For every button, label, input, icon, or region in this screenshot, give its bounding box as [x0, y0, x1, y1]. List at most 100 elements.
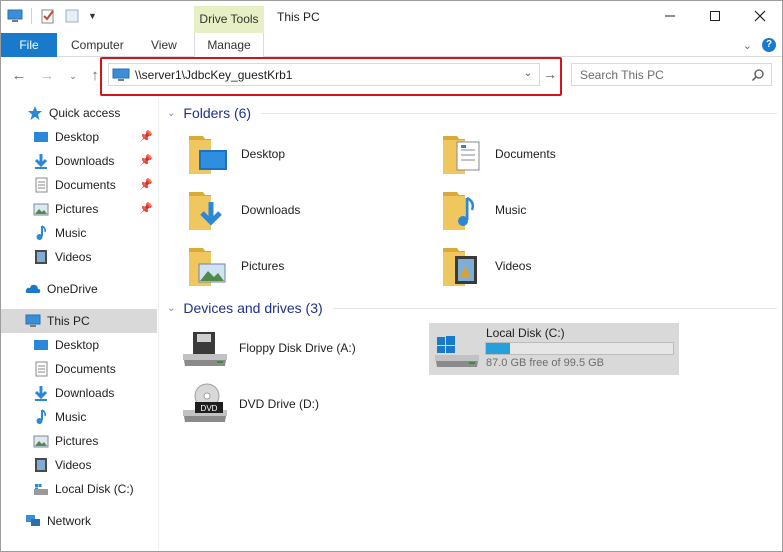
maximize-button[interactable] [692, 1, 737, 31]
documents-icon [33, 361, 49, 377]
sidebar-item-videos[interactable]: Videos [1, 245, 157, 269]
sidebar-item-pc-desktop[interactable]: Desktop [1, 333, 157, 357]
address-dropdown-chevron-icon[interactable]: ⌄ [521, 67, 535, 81]
hard-drive-icon [33, 481, 49, 497]
videos-icon [33, 249, 49, 265]
chevron-down-icon[interactable]: ⌄ [743, 39, 752, 52]
downloads-folder-icon [183, 186, 231, 234]
sidebar-item-pc-videos[interactable]: Videos [1, 453, 157, 477]
folder-tile-downloads[interactable]: Downloads [183, 185, 300, 235]
documents-icon [33, 177, 49, 193]
floppy-drive-icon [181, 324, 229, 372]
sidebar-item-label: Music [55, 226, 87, 240]
sidebar-item-pc-downloads[interactable]: Downloads [1, 381, 157, 405]
group-title: Folders (6) [183, 105, 252, 121]
dvd-drive-icon: DVD [181, 380, 229, 428]
pictures-folder-icon [183, 242, 231, 290]
quick-access-toolbar: ▼ [7, 8, 112, 24]
collapse-chevron-icon[interactable]: ⌄ [167, 303, 175, 314]
desktop-icon [33, 129, 49, 145]
properties-icon[interactable] [40, 8, 56, 24]
close-button[interactable] [737, 1, 782, 31]
sidebar-item-quick-access[interactable]: Quick access [1, 101, 157, 125]
folder-tile-desktop[interactable]: Desktop [183, 129, 285, 179]
videos-icon [33, 457, 49, 473]
drive-usage-fill [486, 343, 510, 354]
new-folder-icon[interactable] [64, 8, 80, 24]
sidebar-item-downloads[interactable]: Downloads 📌 [1, 149, 157, 173]
explorer-window: ▼ Drive Tools This PC File Computer View… [0, 0, 783, 552]
sidebar-item-label: Documents [55, 362, 116, 376]
folders-group-header[interactable]: ⌄ Folders (6) [167, 102, 777, 124]
drive-tile-dvd[interactable]: DVD DVD Drive (D:) [181, 379, 319, 429]
star-icon [27, 105, 43, 121]
tile-label: Floppy Disk Drive (A:) [239, 341, 356, 355]
desktop-icon [33, 337, 49, 353]
windows-hard-drive-icon [433, 325, 481, 373]
minimize-button[interactable] [647, 1, 692, 31]
back-arrow-icon[interactable]: ← [9, 67, 29, 87]
tile-label: Downloads [241, 203, 301, 217]
tile-label: Music [495, 203, 527, 217]
cloud-icon [25, 281, 41, 297]
music-icon [33, 225, 49, 241]
tab-computer[interactable]: Computer [71, 33, 124, 57]
folder-tile-music[interactable]: Music [437, 185, 526, 235]
toolbar-separator [31, 8, 32, 24]
go-arrow-icon[interactable]: → [542, 65, 558, 83]
search-icon[interactable] [751, 68, 765, 82]
this-pc-icon [112, 68, 130, 82]
sidebar-item-label: Videos [55, 250, 92, 264]
sidebar-item-local-disk[interactable]: Local Disk (C:) [1, 477, 157, 501]
title-bar: ▼ Drive Tools This PC [1, 1, 782, 33]
customize-toolbar-icon[interactable]: ▼ [88, 8, 104, 24]
pin-icon: 📌 [139, 155, 153, 167]
this-pc-icon [25, 313, 41, 329]
group-divider [332, 307, 777, 309]
sidebar-item-music[interactable]: Music [1, 221, 157, 245]
search-input[interactable] [572, 67, 742, 82]
drive-tile-floppy[interactable]: Floppy Disk Drive (A:) [181, 323, 356, 373]
drive-tools-context-tab: Drive Tools [194, 6, 264, 33]
sidebar-item-network[interactable]: Network [1, 509, 157, 533]
pictures-icon [33, 433, 49, 449]
sidebar-item-label: Network [47, 514, 92, 528]
sidebar-item-pc-music[interactable]: Music [1, 405, 157, 429]
tab-view[interactable]: View [151, 33, 177, 57]
tile-label: Documents [495, 147, 556, 161]
address-bar[interactable]: ⌄ [108, 63, 540, 86]
search-box[interactable] [571, 63, 772, 86]
sidebar-item-pictures[interactable]: Pictures 📌 [1, 197, 157, 221]
sidebar-item-label: Videos [55, 458, 92, 472]
drive-tile-local-disk[interactable]: Local Disk (C:) 87.0 GB free of 99.5 GB [429, 323, 679, 375]
network-icon [25, 513, 41, 529]
forward-arrow-icon[interactable]: → [37, 67, 57, 87]
tab-file[interactable]: File [1, 33, 57, 57]
sidebar-item-label: Desktop [55, 338, 100, 352]
devices-group-header[interactable]: ⌄ Devices and drives (3) [167, 297, 777, 319]
sidebar-item-onedrive[interactable]: OneDrive [1, 277, 157, 301]
drive-usage-bar [485, 342, 674, 355]
address-input[interactable] [135, 64, 515, 85]
downloads-icon [33, 385, 49, 401]
sidebar-item-label: Desktop [55, 130, 100, 144]
sidebar-item-pc-pictures[interactable]: Pictures [1, 429, 157, 453]
desktop-folder-icon [183, 130, 231, 178]
sidebar-item-documents[interactable]: Documents 📌 [1, 173, 157, 197]
collapse-chevron-icon[interactable]: ⌄ [167, 108, 175, 119]
videos-folder-icon [437, 242, 485, 290]
ribbon-tabs: File Computer View Manage ⌄ ? [1, 33, 782, 58]
sidebar-item-pc-documents[interactable]: Documents [1, 357, 157, 381]
folder-tile-documents[interactable]: Documents [437, 129, 556, 179]
group-divider [261, 112, 777, 114]
minimize-icon [664, 15, 675, 17]
tile-label: Desktop [241, 147, 286, 161]
help-icon[interactable]: ? [762, 38, 776, 52]
sidebar-item-desktop[interactable]: Desktop 📌 [1, 125, 157, 149]
computer-icon[interactable] [7, 8, 23, 24]
folder-tile-videos[interactable]: Videos [437, 241, 531, 291]
folder-tile-pictures[interactable]: Pictures [183, 241, 284, 291]
recent-locations-chevron-icon[interactable]: ⌄ [63, 67, 83, 87]
sidebar-item-this-pc[interactable]: This PC [1, 309, 157, 333]
tab-manage[interactable]: Manage [194, 33, 264, 58]
